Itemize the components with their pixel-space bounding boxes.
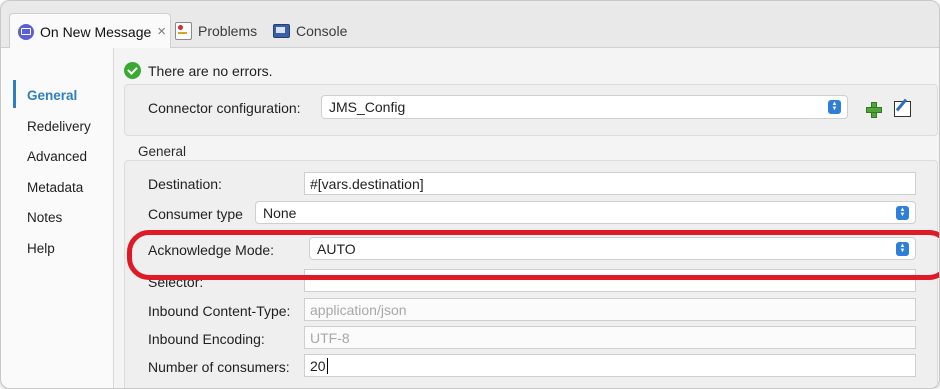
consumers-input[interactable]: 20 <box>304 354 916 377</box>
chevron-updown-icon: ▲ ▼ <box>896 205 909 220</box>
tab-bar: On New Message × Problems Console <box>1 1 939 49</box>
sidebar-item-notes[interactable]: Notes <box>27 210 62 225</box>
sidebar-item-help[interactable]: Help <box>27 241 55 256</box>
tab-on-new-message[interactable]: On New Message × <box>9 13 171 49</box>
content-type-input[interactable]: application/json <box>304 298 916 321</box>
encoding-input[interactable]: UTF-8 <box>304 326 916 349</box>
check-icon <box>124 62 141 79</box>
tab-label: On New Message <box>40 23 152 40</box>
destination-input[interactable]: #[vars.destination] <box>304 172 916 195</box>
connector-config-value: JMS_Config <box>329 99 406 115</box>
status-text: There are no errors. <box>148 62 273 79</box>
consumers-label: Number of consumers: <box>148 359 290 375</box>
sidebar: General Redelivery Advanced Metadata Not… <box>1 48 114 388</box>
tab-problems[interactable]: Problems <box>175 15 257 47</box>
edit-config-icon[interactable] <box>894 101 911 117</box>
sidebar-item-metadata[interactable]: Metadata <box>27 180 83 195</box>
destination-label: Destination: <box>148 176 222 192</box>
window-frame: On New Message × Problems Console Genera… <box>0 0 940 389</box>
destination-value: #[vars.destination] <box>310 175 424 192</box>
consumer-type-select[interactable]: None ▲ ▼ <box>255 201 916 224</box>
sidebar-item-general[interactable]: General <box>27 88 77 103</box>
tab-label: Problems <box>198 23 258 39</box>
tab-label: Console <box>296 23 348 39</box>
status-message: There are no errors. <box>124 62 273 79</box>
message-source-icon <box>18 23 34 40</box>
tab-console[interactable]: Console <box>273 15 347 47</box>
sidebar-item-redelivery[interactable]: Redelivery <box>27 119 91 134</box>
text-cursor <box>326 357 328 374</box>
highlight-annotation <box>127 230 939 280</box>
main-panel: There are no errors. Connector configura… <box>114 48 939 388</box>
consumer-type-value: None <box>263 204 297 221</box>
chevron-updown-icon: ▲ ▼ <box>828 100 841 114</box>
content-type-placeholder: application/json <box>310 301 407 318</box>
encoding-placeholder: UTF-8 <box>310 329 350 346</box>
encoding-label: Inbound Encoding: <box>148 331 265 347</box>
add-config-icon[interactable] <box>866 102 882 118</box>
problems-icon <box>175 22 192 40</box>
sidebar-item-advanced[interactable]: Advanced <box>27 149 87 164</box>
connector-config-select[interactable]: JMS_Config ▲ ▼ <box>321 95 848 119</box>
section-title-general: General <box>138 144 187 159</box>
console-icon <box>273 24 290 38</box>
content-type-label: Inbound Content-Type: <box>148 303 291 319</box>
connector-config-label: Connector configuration: <box>148 100 301 116</box>
close-icon[interactable]: × <box>157 23 166 40</box>
consumer-type-label: Consumer type <box>148 206 243 222</box>
selected-indicator <box>13 80 16 108</box>
consumers-value: 20 <box>310 357 326 374</box>
